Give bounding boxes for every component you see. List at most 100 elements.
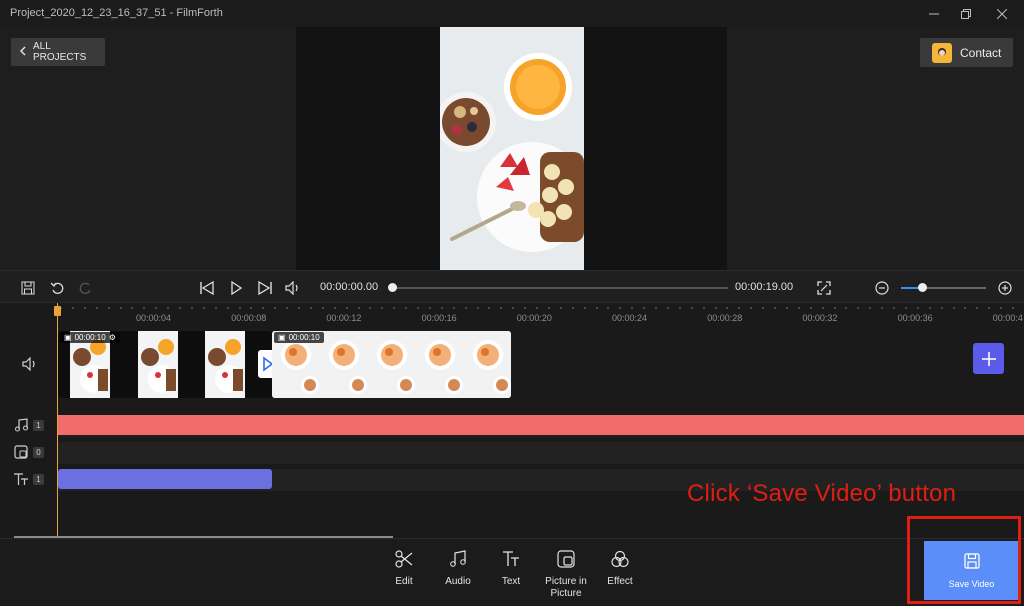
ruler-tick (845, 307, 848, 309)
ruler-time-label: 00:00:08 (231, 313, 267, 323)
ruler-tick (940, 307, 943, 309)
undo-icon[interactable] (48, 279, 66, 297)
total-time: 00:00:19.00 (735, 281, 794, 293)
ruler-tick (250, 307, 253, 309)
ruler-tick (904, 307, 907, 309)
text-track-count: 1 (33, 474, 44, 485)
effect-icon (611, 550, 629, 572)
skip-forward-icon[interactable] (256, 279, 274, 297)
ruler-tick (583, 307, 586, 309)
pip-track-icon (12, 443, 30, 461)
ruler-tick (381, 307, 384, 309)
ruler-tick (512, 307, 515, 309)
seek-bar[interactable] (392, 287, 728, 289)
ruler-tick (1012, 307, 1014, 309)
tutorial-annotation: Click ‘Save Video’ button (687, 480, 957, 507)
ruler-time-label: 00:00:32 (802, 313, 838, 323)
text-icon (502, 550, 520, 572)
ruler-tick (666, 307, 669, 309)
all-projects-button[interactable]: ALL PROJECTS (11, 38, 105, 66)
ruler-tick (762, 307, 765, 309)
ruler-time-label: 00:00:36 (897, 313, 933, 323)
zoom-in-icon[interactable] (996, 279, 1014, 297)
ruler-tick (595, 307, 598, 309)
fullscreen-icon[interactable] (815, 279, 833, 297)
audio-track-count: 1 (33, 420, 44, 431)
ruler-tick (155, 307, 158, 309)
ruler-tick (821, 307, 824, 309)
ruler-tick (143, 307, 146, 309)
zoom-out-icon[interactable] (873, 279, 891, 297)
volume-icon[interactable] (284, 279, 302, 297)
ruler-tick (488, 307, 491, 309)
ruler-tick (167, 307, 170, 309)
image-icon: ▣ (278, 333, 286, 342)
audio-track-clip[interactable] (58, 415, 1024, 435)
clip-duration-badge: ▣ 00:00:10 ⚙ (60, 332, 120, 343)
text-track-icon (12, 470, 30, 488)
contact-button[interactable]: Contact (920, 38, 1013, 67)
video-clip-1[interactable]: ▣ 00:00:10 ⚙ (58, 331, 272, 398)
ruler-tick (369, 307, 372, 309)
ruler-tick (357, 307, 360, 309)
effect-tool-button[interactable]: Effect (590, 550, 650, 588)
timeline-ruler[interactable]: 00:00:04 00:00:08 00:00:12 00:00:16 00:00:20… (0, 303, 1024, 327)
text-tool-label: Text (501, 576, 521, 587)
support-avatar-icon (932, 42, 952, 63)
ruler-tick (405, 307, 408, 309)
save-project-icon[interactable] (19, 279, 37, 297)
minimize-icon[interactable] (916, 0, 952, 27)
playhead-handle[interactable] (54, 306, 61, 316)
clip-duration: 00:00:10 (288, 333, 320, 342)
ruler-tick (321, 307, 324, 309)
add-media-button[interactable] (973, 343, 1004, 374)
ruler-tick (774, 307, 776, 309)
ruler-time-label: 00:00:20 (516, 313, 552, 323)
close-icon[interactable] (984, 0, 1020, 27)
ruler-tick (1000, 307, 1003, 309)
ruler-tick (500, 307, 503, 309)
ruler-tick (738, 307, 741, 309)
play-icon[interactable] (227, 279, 245, 297)
ruler-tick (214, 307, 217, 309)
track-volume-icon[interactable] (21, 355, 39, 373)
ruler-tick (131, 307, 134, 309)
music-icon (449, 550, 467, 572)
ruler-time-label: 00:00:04 (136, 313, 172, 323)
playhead[interactable] (57, 303, 58, 538)
audio-tool-button[interactable]: Audio (428, 550, 488, 588)
edit-clip-icon: ⚙ (108, 333, 116, 342)
picture-in-picture-button[interactable]: Picture in Picture (536, 550, 596, 600)
ruler-tick (309, 307, 312, 309)
plus-icon (981, 351, 996, 366)
ruler-tick (393, 307, 396, 309)
ruler-tick (440, 307, 443, 309)
ruler-tick (976, 307, 979, 309)
picture-in-picture-label: Picture in Picture (545, 576, 587, 599)
restore-icon[interactable] (948, 0, 984, 27)
ruler-tick (809, 307, 812, 309)
ruler-tick (952, 307, 955, 309)
zoom-slider-knob[interactable] (918, 283, 928, 292)
ruler-tick (833, 307, 836, 309)
text-track-clip[interactable] (58, 469, 272, 489)
redo-icon[interactable] (77, 279, 95, 297)
ruler-time-label: 00:00:12 (326, 313, 362, 323)
ruler-tick (964, 307, 967, 309)
title-bar: Project_2020_12_23_16_37_51 - FilmForth (0, 0, 1024, 27)
skip-back-icon[interactable] (198, 279, 216, 297)
ruler-time-label: 00:00:28 (707, 313, 743, 323)
save-video-highlight (907, 516, 1021, 604)
pip-track-row (58, 442, 1024, 464)
seek-knob[interactable] (388, 283, 397, 292)
ruler-tick (643, 307, 646, 309)
player-controls: 00:00:00.00 00:00:19.00 (0, 270, 1024, 303)
text-tool-button[interactable]: Text (481, 550, 541, 588)
ruler-tick (893, 307, 895, 309)
contact-label: Contact (960, 45, 1002, 60)
pip-track-count: 0 (33, 447, 44, 458)
edit-tool-button[interactable]: Edit (374, 550, 434, 588)
ruler-tick (238, 307, 241, 309)
video-clip-2[interactable]: ▣ 00:00:10 (272, 331, 511, 398)
ruler-tick (286, 307, 289, 309)
